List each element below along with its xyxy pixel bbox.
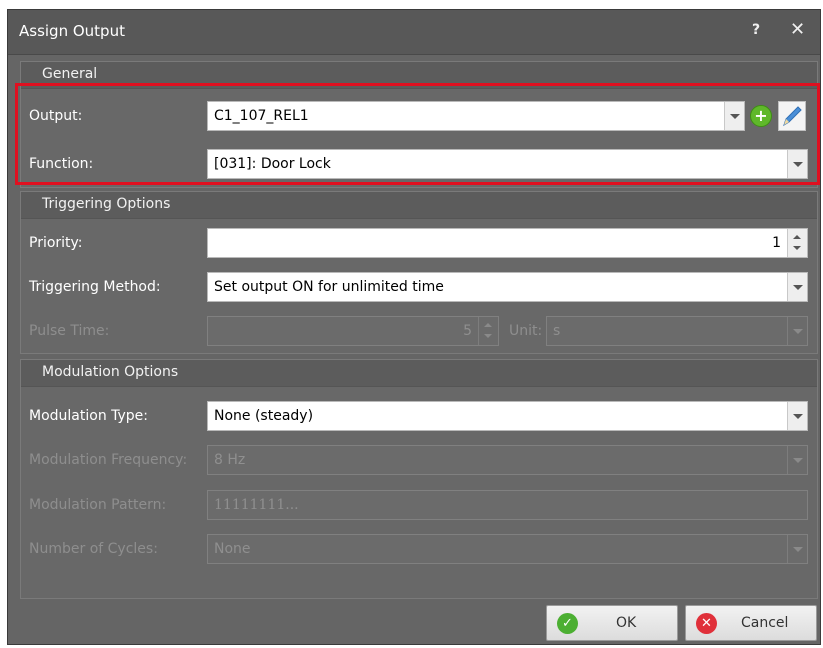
modulation-pattern-input[interactable]: 11111111... (207, 490, 808, 520)
modulation-section-header: Modulation Options (21, 360, 817, 387)
check-circle-icon: ✓ (557, 613, 578, 634)
ok-button[interactable]: ✓ OK (546, 605, 678, 641)
help-icon[interactable]: ? (752, 22, 760, 38)
triggering-method-value: Set output ON for unlimited time (214, 279, 444, 295)
close-icon[interactable]: ✕ (790, 19, 805, 40)
modulation-section-title: Modulation Options (42, 364, 179, 380)
pulse-time-spinner[interactable]: 5 (207, 316, 499, 346)
triggering-section-title: Triggering Options (42, 196, 171, 212)
cancel-button[interactable]: ✕ Cancel (685, 605, 817, 641)
spin-down-icon[interactable] (484, 334, 492, 338)
dialog-title: Assign Output (19, 22, 125, 40)
modulation-section: Modulation Options Modulation Type: None… (20, 359, 818, 599)
triggering-section: Triggering Options Priority: 1 Triggerin… (20, 191, 818, 354)
triggering-method-label: Triggering Method: (29, 279, 161, 295)
triggering-method-dropdown-button[interactable] (787, 273, 807, 301)
unit-label: Unit: (509, 323, 543, 339)
modulation-pattern-value: 11111111... (214, 497, 299, 513)
modulation-frequency-value: 8 Hz (214, 452, 246, 468)
priority-label: Priority: (29, 235, 83, 251)
modulation-frequency-select[interactable]: 8 Hz (207, 445, 808, 475)
modulation-type-dropdown-button[interactable] (787, 402, 807, 430)
modulation-type-label: Modulation Type: (29, 408, 149, 424)
spin-up-icon[interactable] (484, 323, 492, 327)
x-circle-icon: ✕ (696, 613, 717, 634)
modulation-type-select[interactable]: None (steady) (207, 401, 808, 431)
modulation-frequency-dropdown-button[interactable] (787, 446, 807, 474)
number-of-cycles-label: Number of Cycles: (29, 541, 158, 557)
spin-down-icon[interactable] (793, 246, 801, 250)
title-bar: Assign Output ? ✕ (8, 10, 820, 55)
spin-up-icon[interactable] (793, 235, 801, 239)
unit-dropdown-button[interactable] (787, 317, 807, 345)
pulse-time-spin-buttons[interactable] (478, 317, 498, 345)
unit-value: s (553, 323, 561, 339)
ok-button-label: OK (616, 615, 637, 631)
modulation-type-value: None (steady) (214, 408, 314, 424)
triggering-section-header: Triggering Options (21, 192, 817, 219)
highlight-box (15, 83, 820, 185)
modulation-frequency-label: Modulation Frequency: (29, 452, 188, 468)
number-of-cycles-value: None (214, 541, 251, 557)
pulse-time-value: 5 (463, 323, 472, 339)
priority-spinner[interactable]: 1 (207, 228, 808, 258)
cancel-button-label: Cancel (741, 615, 789, 631)
triggering-method-select[interactable]: Set output ON for unlimited time (207, 272, 808, 302)
modulation-pattern-label: Modulation Pattern: (29, 497, 167, 513)
pulse-time-label: Pulse Time: (29, 323, 110, 339)
priority-value: 1 (772, 235, 781, 251)
number-of-cycles-select[interactable]: None (207, 534, 808, 564)
unit-select[interactable]: s (546, 316, 808, 346)
priority-spin-buttons[interactable] (787, 229, 807, 257)
general-section-title: General (42, 66, 98, 82)
number-of-cycles-dropdown-button[interactable] (787, 535, 807, 563)
